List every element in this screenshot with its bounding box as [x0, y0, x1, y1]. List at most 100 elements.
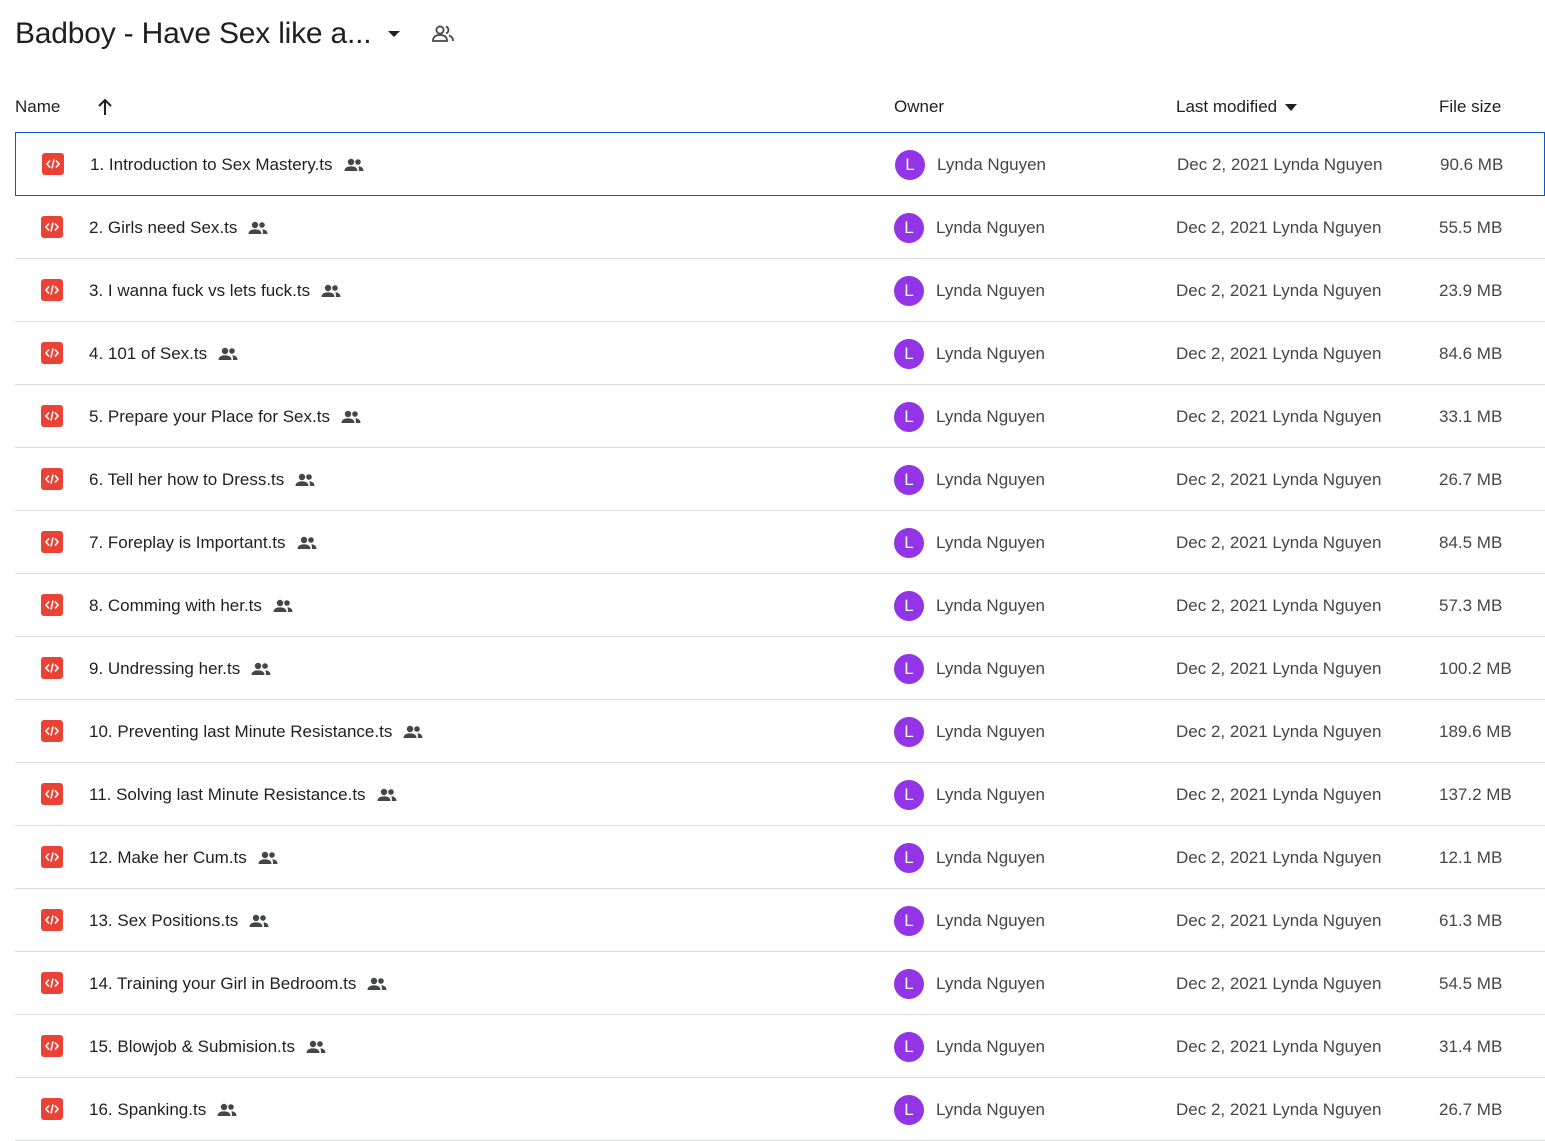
code-file-icon — [41, 1035, 63, 1057]
column-header-owner[interactable]: Owner — [894, 82, 944, 132]
file-name[interactable]: 11. Solving last Minute Resistance.ts — [89, 785, 366, 805]
file-row[interactable]: 4. 101 of Sex.ts L Lynda Nguyen Dec 2, 2… — [15, 322, 1545, 385]
file-name[interactable]: 9. Undressing her.ts — [89, 659, 240, 679]
file-row[interactable]: 14. Training your Girl in Bedroom.ts L L… — [15, 952, 1545, 1015]
shared-icon — [296, 536, 318, 550]
file-name[interactable]: 3. I wanna fuck vs lets fuck.ts — [89, 281, 310, 301]
owner-name: Lynda Nguyen — [936, 595, 1046, 615]
avatar[interactable]: L — [894, 212, 924, 243]
file-name[interactable]: 8. Comming with her.ts — [89, 596, 262, 616]
avatar[interactable]: L — [894, 779, 924, 810]
file-name-cell: 12. Make her Cum.ts — [89, 826, 279, 889]
code-file-icon — [41, 468, 63, 490]
avatar[interactable]: L — [894, 464, 924, 495]
folder-title[interactable]: Badboy - Have Sex like a... — [15, 17, 372, 51]
column-header-row: Name Owner Last modified File size — [15, 82, 1545, 132]
file-row[interactable]: 16. Spanking.ts L Lynda Nguyen Dec 2, 20… — [15, 1078, 1545, 1141]
owner-name: Lynda Nguyen — [936, 973, 1046, 993]
file-size: 23.9 MB — [1439, 280, 1503, 300]
file-name-cell: 9. Undressing her.ts — [89, 637, 272, 700]
file-row[interactable]: 2. Girls need Sex.ts L Lynda Nguyen Dec … — [15, 196, 1545, 259]
file-name[interactable]: 16. Spanking.ts — [89, 1100, 206, 1120]
code-file-icon — [41, 657, 63, 679]
file-name[interactable]: 1. Introduction to Sex Mastery.ts — [90, 155, 333, 175]
file-row[interactable]: 6. Tell her how to Dress.ts L Lynda Nguy… — [15, 448, 1545, 511]
file-row[interactable]: 13. Sex Positions.ts L Lynda Nguyen Dec … — [15, 889, 1545, 952]
owner-cell: L Lynda Nguyen — [894, 637, 1045, 700]
last-modified: Dec 2, 2021 Lynda Nguyen — [1176, 280, 1382, 300]
avatar[interactable]: L — [894, 590, 924, 621]
last-modified: Dec 2, 2021 Lynda Nguyen — [1176, 910, 1382, 930]
shared-folder-icon[interactable] — [429, 20, 457, 48]
code-file-icon — [41, 846, 63, 868]
file-row[interactable]: 12. Make her Cum.ts L Lynda Nguyen Dec 2… — [15, 826, 1545, 889]
file-row[interactable]: 8. Comming with her.ts L Lynda Nguyen De… — [15, 574, 1545, 637]
shared-icon — [272, 599, 294, 613]
avatar[interactable]: L — [894, 527, 924, 558]
last-modified: Dec 2, 2021 Lynda Nguyen — [1176, 658, 1382, 678]
file-name-cell: 8. Comming with her.ts — [89, 574, 294, 637]
file-name[interactable]: 6. Tell her how to Dress.ts — [89, 470, 284, 490]
avatar[interactable]: L — [894, 968, 924, 999]
file-name[interactable]: 2. Girls need Sex.ts — [89, 218, 237, 238]
owner-name: Lynda Nguyen — [936, 532, 1046, 552]
file-row[interactable]: 5. Prepare your Place for Sex.ts L Lynda… — [15, 385, 1545, 448]
file-row[interactable]: 11. Solving last Minute Resistance.ts L … — [15, 763, 1545, 826]
file-name[interactable]: 12. Make her Cum.ts — [89, 848, 247, 868]
column-header-file-size[interactable]: File size — [1439, 82, 1501, 132]
code-file-icon — [41, 783, 63, 805]
file-size: 26.7 MB — [1439, 1099, 1503, 1119]
file-name[interactable]: 4. 101 of Sex.ts — [89, 344, 207, 364]
file-name[interactable]: 5. Prepare your Place for Sex.ts — [89, 407, 330, 427]
avatar[interactable]: L — [894, 905, 924, 936]
file-row[interactable]: 9. Undressing her.ts L Lynda Nguyen Dec … — [15, 637, 1545, 700]
file-row[interactable]: 15. Blowjob & Submision.ts L Lynda Nguye… — [15, 1015, 1545, 1078]
file-name-cell: 13. Sex Positions.ts — [89, 889, 270, 952]
file-name-cell: 14. Training your Girl in Bedroom.ts — [89, 952, 388, 1015]
avatar[interactable]: L — [894, 653, 924, 684]
shared-icon — [217, 347, 239, 361]
owner-cell: L Lynda Nguyen — [894, 1015, 1045, 1078]
avatar[interactable]: L — [894, 275, 924, 306]
file-name[interactable]: 10. Preventing last Minute Resistance.ts — [89, 722, 392, 742]
shared-icon — [305, 1040, 327, 1054]
file-row[interactable]: 3. I wanna fuck vs lets fuck.ts L Lynda … — [15, 259, 1545, 322]
avatar[interactable]: L — [894, 1031, 924, 1062]
file-name[interactable]: 14. Training your Girl in Bedroom.ts — [89, 974, 356, 994]
arrow-drop-down-icon[interactable] — [381, 21, 407, 47]
file-row[interactable]: 1. Introduction to Sex Mastery.ts L Lynd… — [15, 132, 1545, 196]
file-name[interactable]: 7. Foreplay is Important.ts — [89, 533, 286, 553]
last-modified: Dec 2, 2021 Lynda Nguyen — [1176, 217, 1382, 237]
column-header-last-modified[interactable]: Last modified — [1176, 82, 1298, 132]
avatar[interactable]: L — [894, 716, 924, 747]
last-modified: Dec 2, 2021 Lynda Nguyen — [1176, 847, 1382, 867]
code-file-icon — [41, 216, 63, 238]
file-size: 26.7 MB — [1439, 469, 1503, 489]
file-name-cell: 4. 101 of Sex.ts — [89, 322, 239, 385]
last-modified: Dec 2, 2021 Lynda Nguyen — [1176, 1099, 1382, 1119]
owner-cell: L Lynda Nguyen — [894, 448, 1045, 511]
arrow-up-icon[interactable] — [95, 82, 115, 132]
code-file-icon — [41, 405, 63, 427]
avatar[interactable]: L — [894, 1094, 924, 1125]
shared-icon — [248, 914, 270, 928]
owner-name: Lynda Nguyen — [936, 910, 1046, 930]
file-row[interactable]: 10. Preventing last Minute Resistance.ts… — [15, 700, 1545, 763]
avatar[interactable]: L — [895, 149, 925, 180]
code-file-icon — [41, 594, 63, 616]
owner-name: Lynda Nguyen — [936, 469, 1046, 489]
code-file-icon — [41, 342, 63, 364]
file-size: 54.5 MB — [1439, 973, 1503, 993]
file-size: 189.6 MB — [1439, 721, 1512, 741]
file-row[interactable]: 7. Foreplay is Important.ts L Lynda Nguy… — [15, 511, 1545, 574]
file-name[interactable]: 13. Sex Positions.ts — [89, 911, 238, 931]
owner-name: Lynda Nguyen — [936, 784, 1046, 804]
column-header-name[interactable]: Name — [15, 82, 60, 132]
arrow-drop-down-icon[interactable] — [1285, 103, 1298, 111]
last-modified: Dec 2, 2021 Lynda Nguyen — [1176, 406, 1382, 426]
avatar[interactable]: L — [894, 338, 924, 369]
avatar[interactable]: L — [894, 842, 924, 873]
file-name[interactable]: 15. Blowjob & Submision.ts — [89, 1037, 295, 1057]
file-name-cell: 6. Tell her how to Dress.ts — [89, 448, 316, 511]
avatar[interactable]: L — [894, 401, 924, 432]
